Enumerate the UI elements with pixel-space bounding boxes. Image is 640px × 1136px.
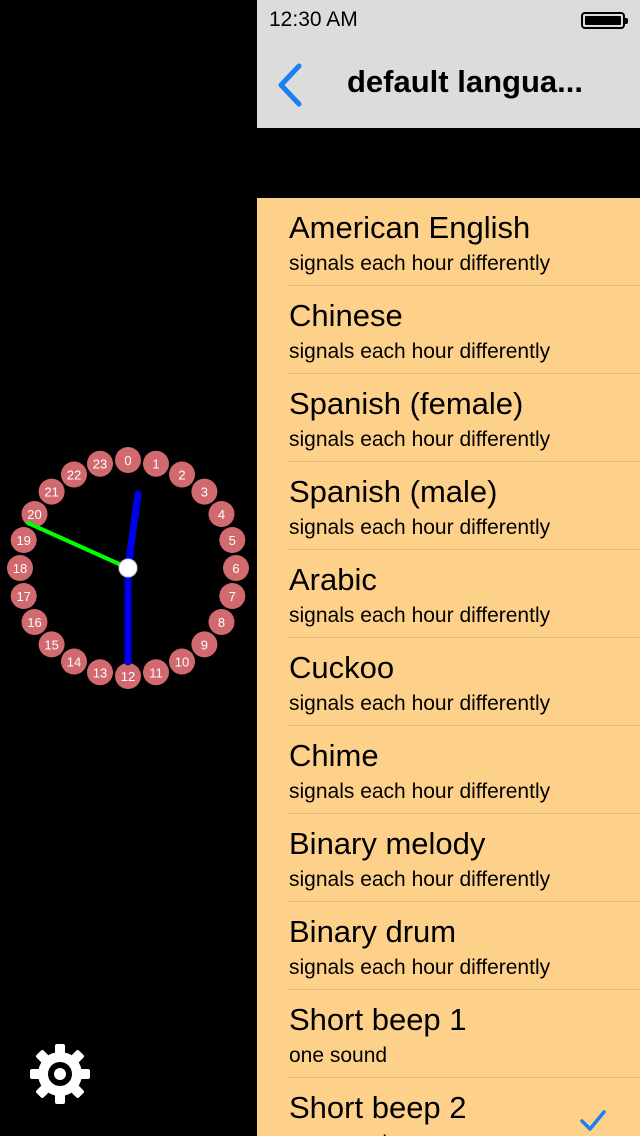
hour-bead-label: 8 [218,615,225,630]
hour-bead-label: 14 [67,655,81,670]
language-title: Short beep 1 [289,1002,467,1037]
language-subtitle: signals each hour differently [289,604,551,627]
hour-bead-label: 13 [93,665,107,680]
hour-bead-label: 6 [232,561,239,576]
language-row[interactable]: Spanish (male) signals each hour differen… [257,462,640,550]
language-title: American English [289,210,531,245]
hour-bead-label: 20 [27,507,41,522]
hour-bead-label: 18 [13,561,27,576]
hour-bead-label: 3 [201,485,208,500]
language-title: Spanish (female) [289,386,524,421]
language-row[interactable]: Arabic signals each hour differently [257,550,640,638]
language-subtitle: signals each hour differently [289,340,551,363]
language-title: Binary melody [289,826,486,861]
language-subtitle: signals each hour differently [289,956,551,979]
language-title: Chime [289,738,379,773]
hour-bead-label: 5 [229,533,236,548]
hour-bead-label: 1 [152,457,159,472]
language-title: Cuckoo [289,650,395,685]
clock-second-hand [26,521,130,570]
language-title: Binary drum [289,914,457,949]
hour-bead-label: 7 [229,589,236,604]
hour-bead-label: 16 [27,615,41,630]
language-row[interactable]: Chinese signals each hour differently [257,286,640,374]
battery-icon [581,12,628,29]
status-time: 12:30 AM [269,8,358,31]
language-subtitle: signals each hour differently [289,780,551,803]
language-row[interactable]: Spanish (female) signals each hour differ… [257,374,640,462]
clock-face: 0 1234567891011121314151617181920212223 [7,447,249,689]
language-row[interactable]: Binary melody signals each hour different… [257,814,640,902]
hour-bead-label: 2 [178,468,185,483]
navigation-bar: 12:30 AM default langua... [257,0,640,128]
checkmark-icon [580,1110,606,1131]
language-subtitle: signals each hour differently [289,252,551,275]
hour-bead-label: 0 [124,453,131,468]
table-header-gap [257,128,640,198]
language-title: Spanish (male) [289,474,498,509]
hour-bead-label: 21 [44,485,58,500]
hour-bead-label: 19 [16,533,30,548]
language-row[interactable]: Chime signals each hour differently [257,726,640,814]
hour-bead-label: 15 [44,637,58,652]
language-subtitle: signals each hour differently [289,428,551,451]
back-chevron-icon[interactable] [271,60,311,110]
language-title: Arabic [289,562,377,597]
hour-bead-label: 17 [16,589,30,604]
hour-bead-label: 4 [218,507,225,522]
hour-bead-label: 9 [201,637,208,652]
language-subtitle: one sound [289,1132,387,1136]
page-title: default langua... [347,64,583,99]
settings-gear-icon[interactable] [28,1042,92,1106]
language-row[interactable]: American English signals each hour differ… [257,198,640,286]
hour-bead-label: 23 [93,457,107,472]
language-row[interactable]: Short beep 1 one sound [257,990,640,1078]
hour-bead-label: 11 [149,665,163,680]
language-subtitle: signals each hour differently [289,868,551,891]
language-title: Chinese [289,298,403,333]
hour-bead-label: 12 [121,669,135,684]
clock-center-dot [118,558,138,578]
language-row[interactable]: Cuckoo signals each hour differently [257,638,640,726]
language-subtitle: signals each hour differently [289,692,551,715]
language-title: Short beep 2 [289,1090,467,1125]
clock-panel: 0 1 2 3 4 5 6 7 8 9 10 11 12 13 14 15 16 17 18 19 20 21 22 23 [0,0,257,1136]
language-row[interactable]: Binary drum signals each hour differently [257,902,640,990]
language-list: American English signals each hour differ… [257,198,640,1136]
language-subtitle: signals each hour differently [289,516,551,539]
language-row[interactable]: Short beep 2 one sound [257,1078,640,1136]
language-subtitle: one sound [289,1044,388,1067]
clock-hour-hand [124,490,142,572]
settings-panel: 12:30 AM default langua... American Engl… [257,0,640,1136]
hour-bead-label: 22 [67,468,81,483]
hour-bead-label: 10 [175,655,189,670]
